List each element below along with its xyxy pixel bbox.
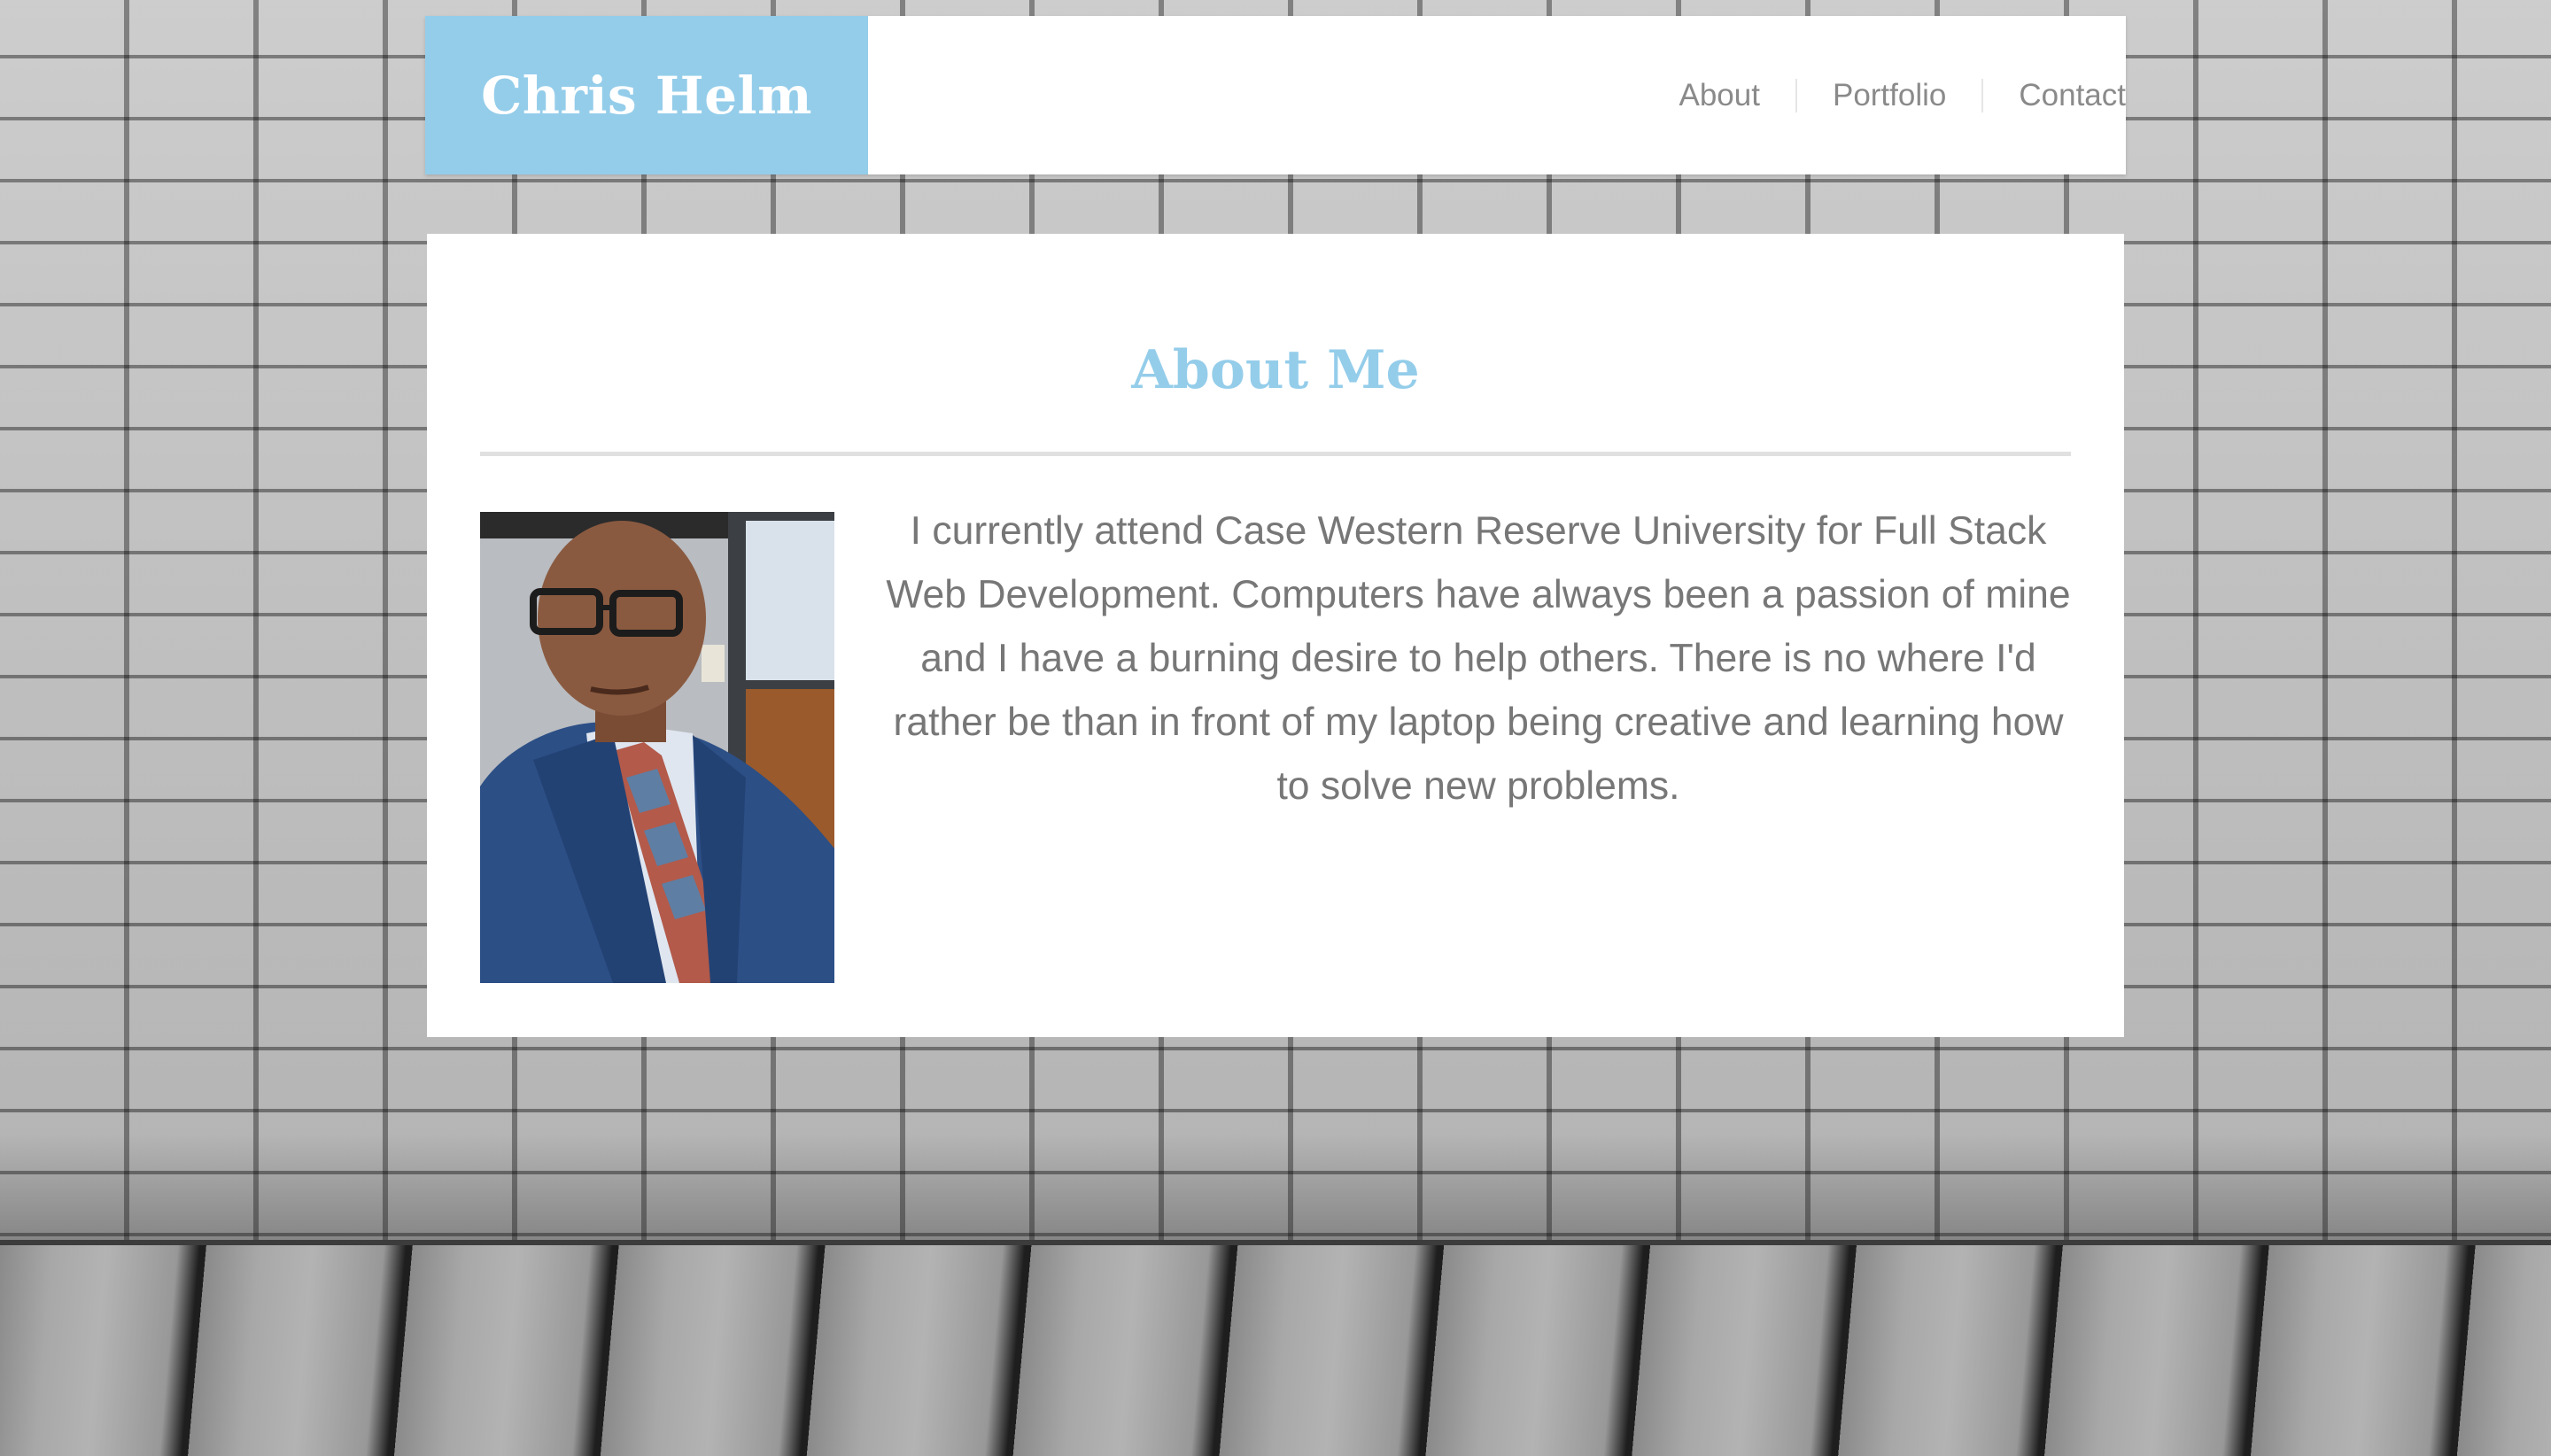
wall-floor-shadow [0,1134,2551,1249]
about-title: About Me [1131,339,1420,401]
nav-link-about[interactable]: About [1644,78,1795,112]
nav-link-contact[interactable]: Contact [1981,78,2126,112]
nav-link-portfolio[interactable]: Portfolio [1795,78,1981,112]
title-divider [480,452,2071,456]
about-bio: I currently attend Case Western Reserve … [886,509,2071,808]
wooden-floor-background [0,1240,2551,1456]
profile-photo-illustration [480,512,834,983]
about-card: About Me I currently attend Case Western… [427,234,2124,1037]
profile-photo [480,512,834,983]
main-nav: About Portfolio Contact [1644,16,2126,174]
site-header: Chris Helm About Portfolio Contact [425,16,2126,174]
brand-block[interactable]: Chris Helm [425,16,868,174]
brand-name[interactable]: Chris Helm [481,66,812,126]
